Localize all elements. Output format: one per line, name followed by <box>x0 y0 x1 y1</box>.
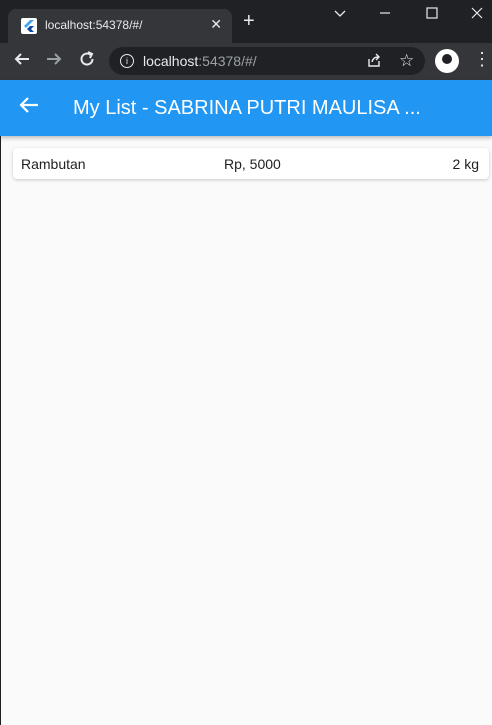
item-price: Rp, 5000 <box>224 156 281 172</box>
reload-icon[interactable] <box>78 50 96 71</box>
back-nav-icon[interactable] <box>13 50 31 71</box>
item-weight: 2 kg <box>452 156 479 172</box>
window-close-icon[interactable] <box>471 6 483 22</box>
list-item[interactable]: Rambutan Rp, 5000 2 kg <box>13 148 489 179</box>
profile-icon[interactable] <box>435 49 459 73</box>
tab-title: localhost:54378/#/ <box>45 18 143 32</box>
address-bar[interactable]: i localhost:54378/#/ ☆ <box>109 47 425 75</box>
browser-tab[interactable]: localhost:54378/#/ ✕ <box>8 9 232 43</box>
item-name: Rambutan <box>21 156 86 172</box>
window-edge <box>0 136 1 725</box>
page-title: My List - SABRINA PUTRI MAULISA ... <box>73 97 421 119</box>
flutter-favicon-icon <box>21 18 37 34</box>
url-text: localhost:54378/#/ <box>143 53 257 69</box>
chevron-down-icon[interactable] <box>334 6 346 22</box>
star-icon[interactable]: ☆ <box>399 51 414 71</box>
browser-title-bar: localhost:54378/#/ ✕ + <box>0 0 492 43</box>
share-icon[interactable] <box>366 52 382 72</box>
browser-toolbar: i localhost:54378/#/ ☆ ⋮ <box>0 43 492 80</box>
maximize-icon[interactable] <box>426 6 438 22</box>
more-vert-icon[interactable]: ⋮ <box>473 49 491 70</box>
forward-nav-icon[interactable] <box>45 50 63 71</box>
new-tab-icon[interactable]: + <box>243 11 255 31</box>
back-arrow-icon[interactable] <box>18 94 40 122</box>
tab-close-icon[interactable]: ✕ <box>210 16 222 33</box>
app-bar: My List - SABRINA PUTRI MAULISA ... <box>0 80 492 136</box>
minimize-icon[interactable] <box>379 6 391 22</box>
info-icon[interactable]: i <box>120 54 134 68</box>
